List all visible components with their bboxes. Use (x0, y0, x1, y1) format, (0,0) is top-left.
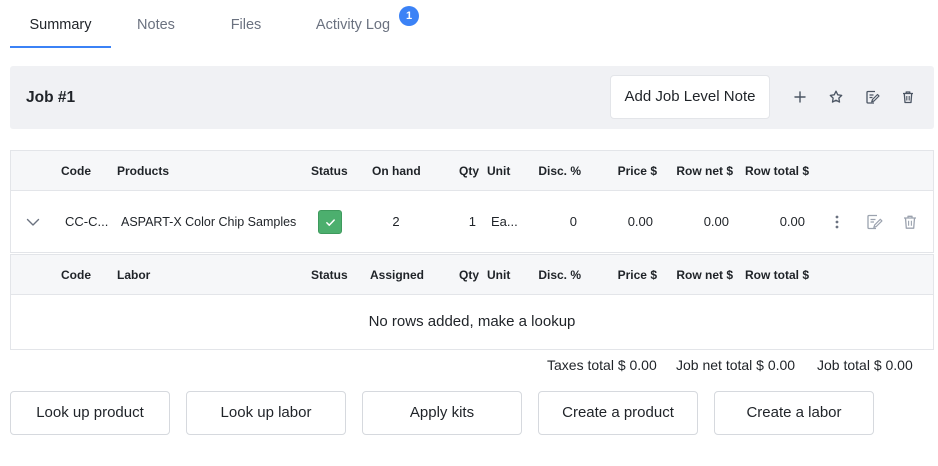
cell-row-net: 0.00 (703, 214, 729, 229)
table-row[interactable]: CC-C... ASPART-X Color Chip Samples 2 1 … (11, 192, 933, 253)
col-disc: Disc. % (538, 268, 581, 282)
chevron-down-icon[interactable] (23, 212, 43, 232)
col-unit: Unit (487, 268, 511, 282)
cell-on-hand: 2 (392, 214, 400, 229)
status-checkbox[interactable] (318, 210, 342, 234)
col-qty: Qty (458, 268, 479, 282)
taxes-total: Taxes total $ 0.00 (547, 357, 657, 373)
col-status: Status (311, 268, 348, 282)
col-unit: Unit (487, 164, 511, 178)
col-price: Price $ (617, 268, 657, 282)
col-products: Products (117, 164, 170, 178)
col-row-total: Row total $ (744, 268, 809, 282)
col-row-net: Row net $ (676, 164, 733, 178)
cell-disc[interactable]: 0 (531, 212, 577, 232)
cell-code: CC-C... (65, 214, 109, 229)
col-on-hand: On hand (372, 164, 421, 178)
col-disc: Disc. % (538, 164, 581, 178)
apply-kits-button[interactable]: Apply kits (362, 391, 522, 435)
labor-table: Code Labor Status Assigned Qty Unit Disc… (10, 254, 934, 350)
edit-note-icon[interactable] (863, 211, 885, 233)
col-code: Code (61, 164, 91, 178)
col-row-total: Row total $ (744, 164, 809, 178)
tab-summary[interactable]: Summary (10, 0, 111, 50)
cell-qty[interactable]: 1 (447, 212, 476, 232)
star-icon[interactable] (826, 87, 846, 107)
empty-rows-message: No rows added, make a lookup (368, 313, 576, 330)
col-status: Status (311, 164, 348, 178)
col-row-net: Row net $ (676, 268, 733, 282)
more-options-icon[interactable] (827, 212, 847, 232)
col-code: Code (61, 268, 91, 282)
cell-price[interactable]: 0.00 (601, 212, 653, 232)
col-labor: Labor (117, 268, 151, 282)
look-up-labor-button[interactable]: Look up labor (186, 391, 346, 435)
look-up-product-button[interactable]: Look up product (10, 391, 170, 435)
edit-note-icon[interactable] (862, 87, 882, 107)
job-net-total: Job net total $ 0.00 (676, 357, 796, 373)
products-table-header: Code Products Status On hand Qty Unit Di… (11, 151, 933, 191)
labor-table-header: Code Labor Status Assigned Qty Unit Disc… (11, 255, 933, 295)
trash-icon[interactable] (898, 87, 918, 107)
create-labor-button[interactable]: Create a labor (714, 391, 874, 435)
create-product-button[interactable]: Create a product (538, 391, 698, 435)
plus-icon[interactable] (790, 87, 810, 107)
add-job-level-note-button[interactable]: Add Job Level Note (610, 75, 770, 119)
job-total: Job total $ 0.00 (817, 357, 913, 373)
tab-notes[interactable]: Notes (126, 0, 186, 50)
job-header: Job #1 Add Job Level Note (10, 66, 934, 129)
col-qty: Qty (458, 164, 479, 178)
col-price: Price $ (617, 164, 657, 178)
tab-bar: Summary Notes Files Activity Log 1 (10, 0, 419, 50)
tab-activity-log[interactable]: Activity Log (310, 0, 396, 50)
trash-icon[interactable] (899, 211, 921, 233)
tab-files[interactable]: Files (216, 0, 276, 50)
active-tab-indicator (10, 46, 111, 48)
col-assigned: Assigned (370, 268, 425, 282)
cell-row-total: 0.00 (779, 214, 805, 229)
activity-count-badge: 1 (399, 6, 419, 26)
cell-unit[interactable]: Ea... (491, 212, 518, 232)
cell-product-name: ASPART-X Color Chip Samples (121, 215, 297, 229)
job-title: Job #1 (26, 89, 76, 106)
products-table: Code Products Status On hand Qty Unit Di… (10, 150, 934, 253)
